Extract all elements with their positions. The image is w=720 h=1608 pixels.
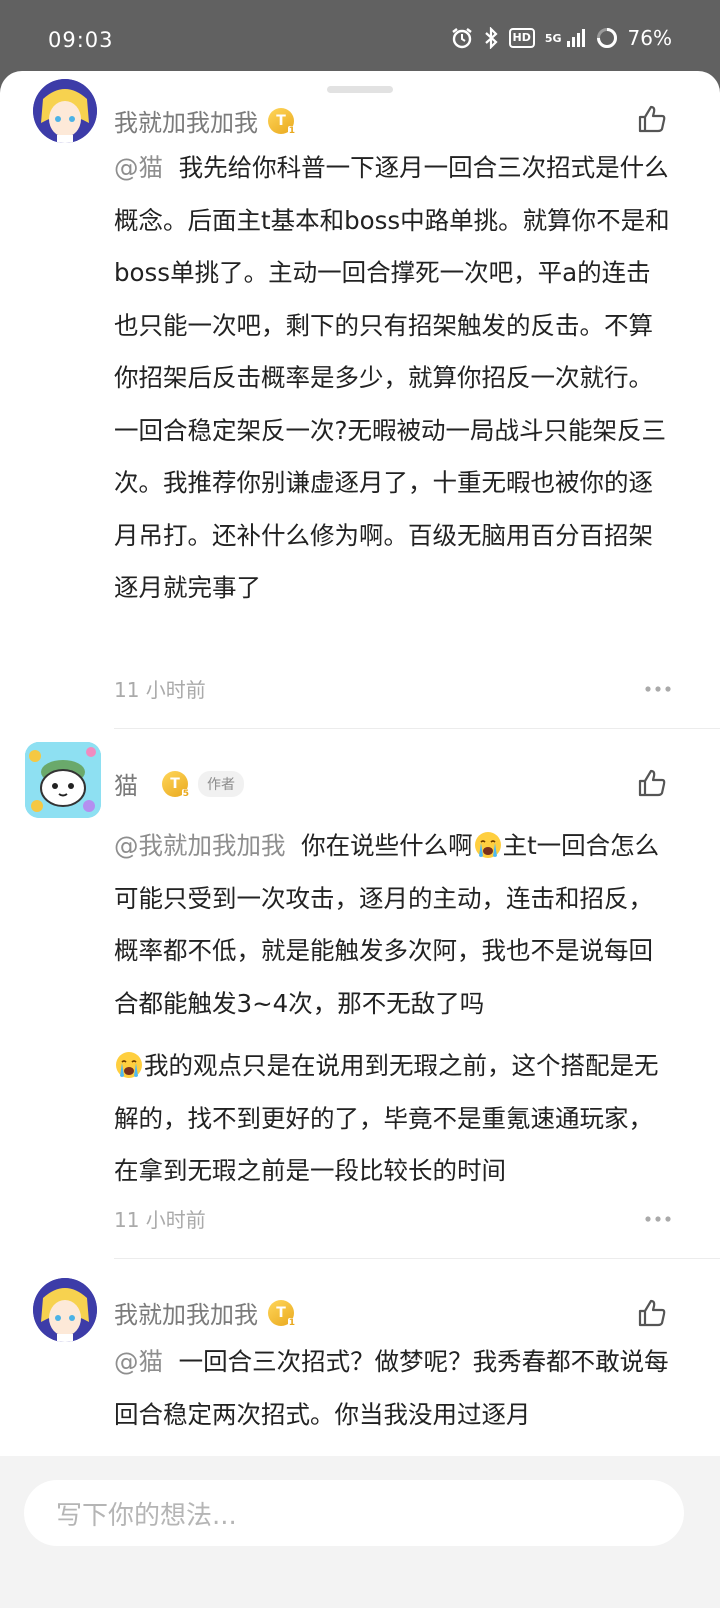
frog-cat-avatar-icon <box>25 742 101 818</box>
mention-link[interactable]: @我就加我加我 <box>114 831 286 860</box>
author-name[interactable]: 猫 <box>114 766 138 801</box>
battery-percent: 76% <box>627 26 672 50</box>
bluetooth-icon <box>484 27 498 49</box>
comment-author-line: 我就加我加我 T1 <box>114 1295 296 1330</box>
author-tag: 作者 <box>198 770 244 797</box>
thumbs-up-icon[interactable] <box>636 767 668 799</box>
mention-link[interactable]: @猫 <box>114 1347 163 1376</box>
avatar[interactable] <box>25 742 101 818</box>
signal-icon <box>566 29 585 47</box>
status-bar: 09:03 HD 5G 76% <box>0 0 720 74</box>
author-name[interactable]: 我就加我加我 <box>114 1295 258 1330</box>
crying-emoji-icon <box>474 832 501 858</box>
status-icons: HD 5G 76% <box>451 26 672 50</box>
comment-author-line: 我就加我加我 T1 <box>114 103 296 138</box>
comment-text: 一回合三次招式？做梦呢？我秀春都不敢说每回合稳定两次招式。你当我没用过逐月 <box>114 1347 669 1429</box>
avatar[interactable] <box>33 1278 97 1342</box>
more-icon[interactable] <box>644 1215 672 1223</box>
avatar[interactable] <box>33 79 97 143</box>
reply-bar: 写下你的想法... <box>0 1456 720 1608</box>
anime-girl-avatar-icon <box>33 1278 97 1342</box>
comment-text: 我先给你科普一下逐月一回合三次招式是什么概念。后面主t基本和boss中路单挑。就… <box>114 153 670 602</box>
thumbs-up-icon[interactable] <box>636 103 668 135</box>
divider <box>114 1258 720 1259</box>
level-badge-icon: T5 <box>162 770 190 800</box>
status-time: 09:03 <box>48 28 114 52</box>
sheet-grabber[interactable] <box>327 86 393 93</box>
network-label: 5G <box>544 31 562 45</box>
anime-girl-avatar-icon <box>33 79 97 143</box>
hd-icon: HD <box>508 28 535 48</box>
level-badge-icon: T1 <box>268 107 296 137</box>
crying-emoji-icon <box>116 1052 142 1078</box>
comment-author-line: 猫 T5 作者 <box>114 766 244 801</box>
more-icon[interactable] <box>644 685 672 693</box>
comment-body: @猫 我先给你科普一下逐月一回合三次招式是什么概念。后面主t基本和boss中路单… <box>114 142 674 615</box>
mention-link[interactable]: @猫 <box>114 153 163 182</box>
comment-body-paragraph-2: 我的观点只是在说用到无瑕之前，这个搭配是无解的，找不到更好的了，毕竟不是重氪速通… <box>114 1040 674 1198</box>
comment-time: 11 小时前 <box>114 1208 206 1232</box>
comment-meta: 11 小时前 <box>114 674 672 703</box>
comment-meta: 11 小时前 <box>114 1204 672 1233</box>
comment-sheet: 我就加我加我 T1 @猫 我先给你科普一下逐月一回合三次招式是什么概念。后面主t… <box>0 71 720 1608</box>
comment-text-part1: 你在说些什么啊 <box>285 831 473 860</box>
author-name[interactable]: 我就加我加我 <box>114 103 258 138</box>
scroll-fade <box>0 1426 720 1456</box>
comment-text-part3: 我的观点只是在说用到无瑕之前，这个搭配是无解的，找不到更好的了，毕竟不是重氪速通… <box>114 1051 659 1185</box>
reply-input[interactable]: 写下你的想法... <box>24 1480 684 1546</box>
level-badge-icon: T1 <box>268 1299 296 1329</box>
divider <box>114 728 720 729</box>
thumbs-up-icon[interactable] <box>636 1297 668 1329</box>
comment-body: @我就加我加我 你在说些什么啊 主t一回合怎么可能只受到一次攻击，逐月的主动，连击… <box>114 820 674 1030</box>
comment-time: 11 小时前 <box>114 678 206 702</box>
alarm-icon <box>451 28 472 49</box>
battery-ring-icon <box>596 28 617 48</box>
